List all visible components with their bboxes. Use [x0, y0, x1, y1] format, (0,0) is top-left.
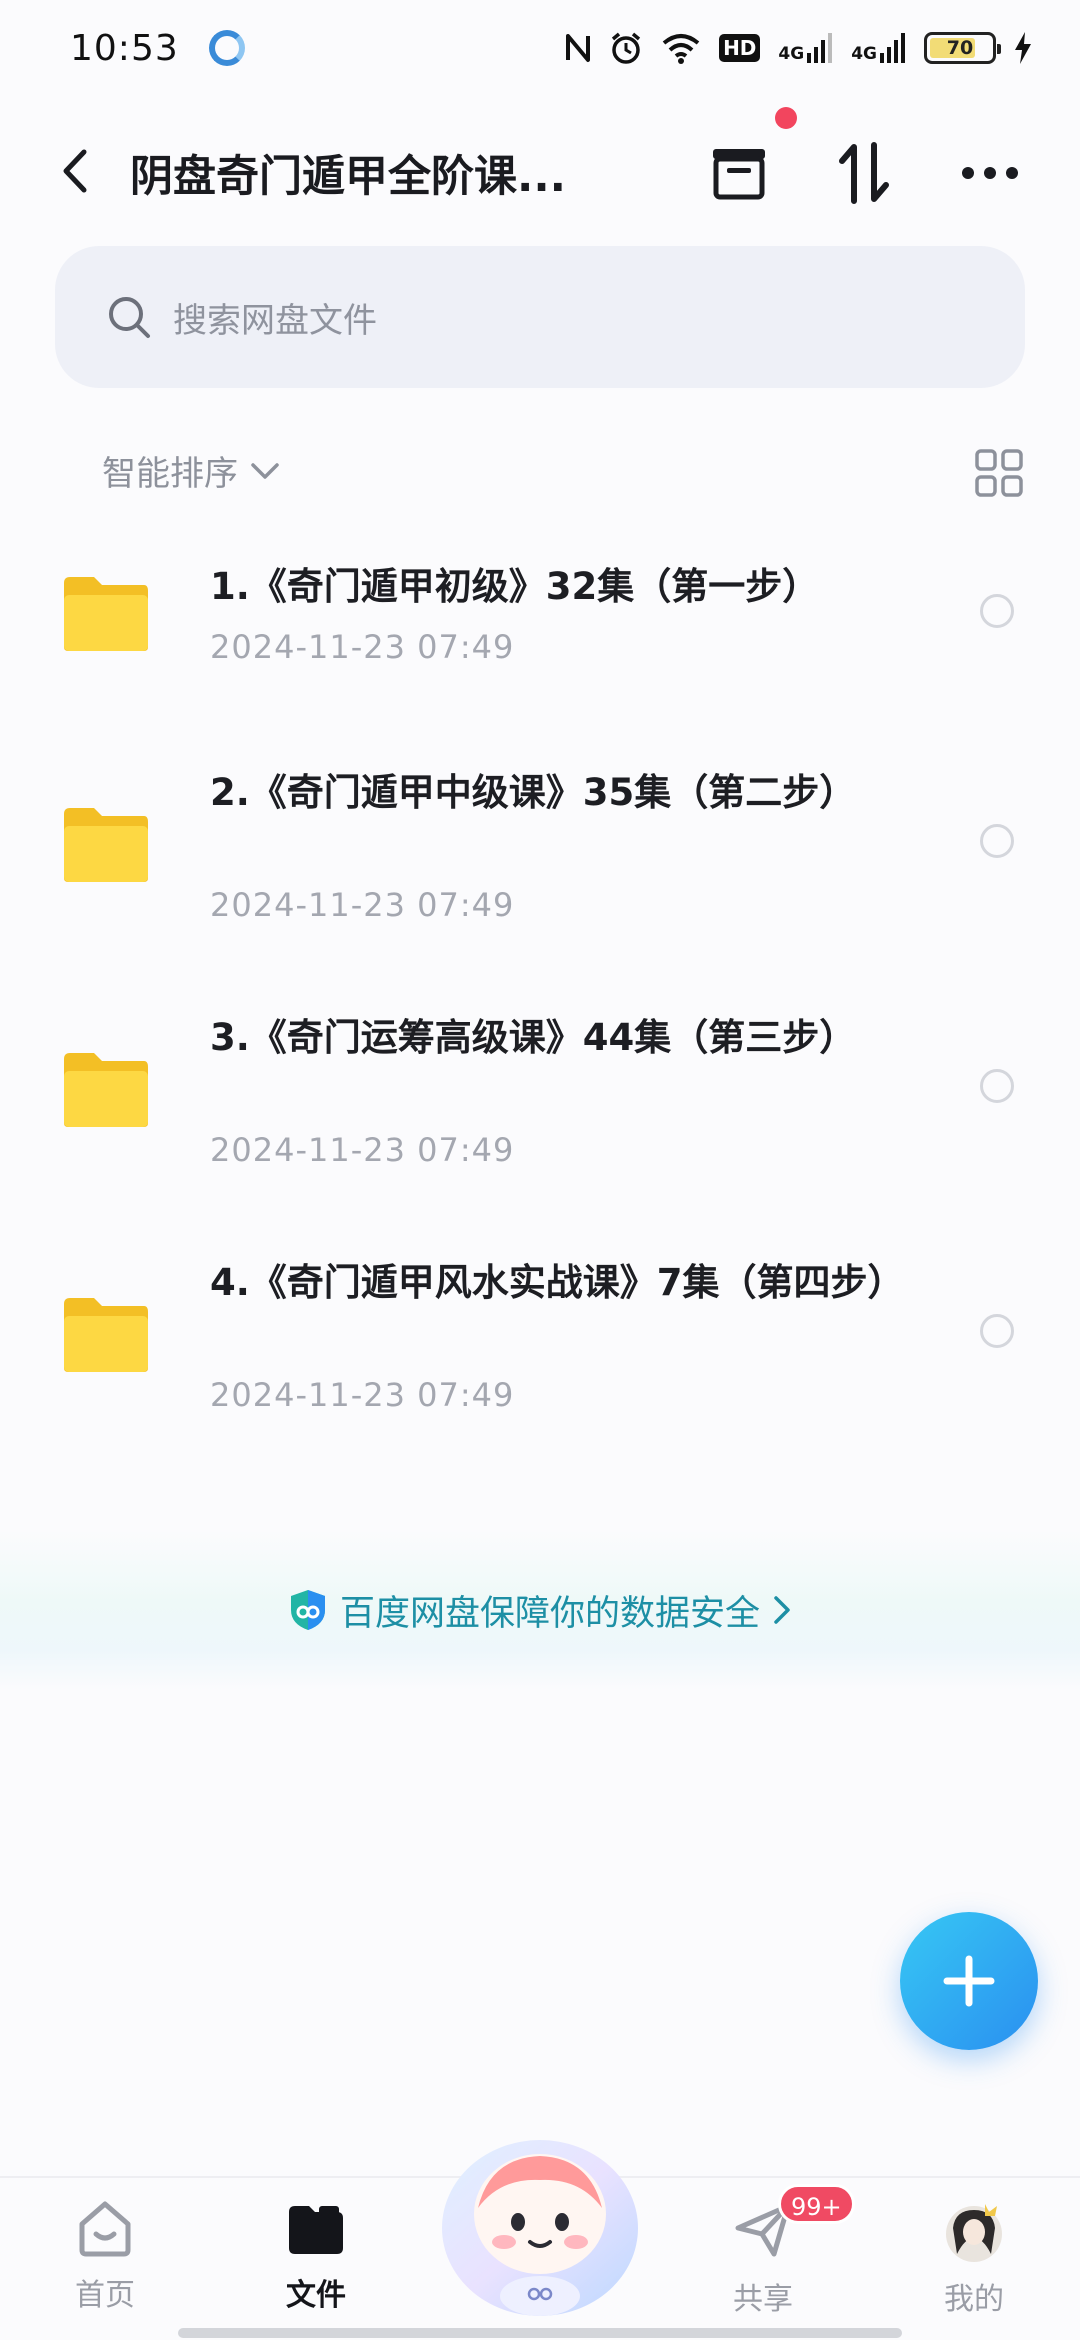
hd-icon: HD	[719, 34, 761, 62]
file-date: 2024-11-23 07:49	[210, 886, 515, 924]
security-banner[interactable]: 百度网盘保障你的数据安全	[0, 1530, 1080, 1690]
file-row[interactable]: 4.《奇门遁甲风水实战课》7集（第四步） 2024-11-23 07:49	[0, 1248, 1080, 1438]
bottom-navigation: 首页 文件 99+ 共享 我的	[0, 2140, 1080, 2340]
share-badge: 99+	[778, 2184, 855, 2224]
page-title: 阴盘奇门遁甲全阶课...	[130, 152, 567, 202]
nav-me[interactable]: 我的	[914, 2198, 1034, 2318]
baidu-netdisk-notification-icon	[208, 30, 245, 66]
transfer-button[interactable]	[704, 138, 774, 208]
status-bar: 10:53 HD 4G 4G 70	[0, 0, 1080, 96]
select-checkbox[interactable]	[980, 1069, 1014, 1103]
grid-view-toggle[interactable]	[972, 446, 1028, 502]
status-icons: HD 4G 4G 70	[565, 31, 1032, 65]
search-placeholder: 搜索网盘文件	[173, 300, 377, 341]
file-date: 2024-11-23 07:49	[210, 628, 515, 666]
select-checkbox[interactable]	[980, 1314, 1014, 1348]
file-name: 2.《奇门遁甲中级课》35集（第二步）	[210, 771, 857, 814]
alarm-icon	[609, 31, 643, 65]
nav-share-label: 共享	[733, 2282, 793, 2317]
nav-home[interactable]: 首页	[45, 2198, 165, 2314]
folder-icon	[60, 1049, 152, 1129]
wifi-icon	[661, 32, 701, 64]
transfer-notification-dot	[775, 107, 797, 129]
select-checkbox[interactable]	[980, 824, 1014, 858]
signal-1-icon: 4G	[778, 33, 833, 63]
file-date: 2024-11-23 07:49	[210, 1376, 515, 1414]
sort-button[interactable]	[829, 138, 899, 208]
transfer-box-icon	[713, 149, 765, 200]
charging-icon	[1014, 32, 1032, 64]
signal-2-icon: 4G	[851, 33, 906, 63]
search-icon	[109, 297, 150, 338]
chevron-down-icon	[251, 462, 279, 479]
more-button[interactable]	[955, 138, 1025, 208]
back-icon	[63, 149, 87, 193]
status-time: 10:53	[70, 27, 179, 69]
search-input[interactable]: 搜索网盘文件	[55, 246, 1025, 388]
file-row[interactable]: 2.《奇门遁甲中级课》35集（第二步） 2024-11-23 07:49	[0, 758, 1080, 948]
grid-view-icon	[975, 449, 1023, 497]
folder-icon	[60, 573, 152, 653]
nfc-icon	[565, 33, 591, 63]
shield-icon	[290, 1590, 325, 1630]
file-date: 2024-11-23 07:49	[210, 1131, 515, 1169]
file-name: 3.《奇门运筹高级课》44集（第三步）	[210, 1016, 857, 1059]
top-app-bar: 阴盘奇门遁甲全阶课...	[0, 120, 1080, 220]
network-type-2: 4G	[851, 44, 877, 64]
nav-files[interactable]: 文件	[256, 2198, 376, 2314]
back-button[interactable]	[50, 144, 100, 198]
mascot-icon	[442, 2140, 638, 2316]
security-text: 百度网盘保障你的数据安全	[339, 1593, 760, 1634]
sort-label: 智能排序	[102, 454, 238, 494]
sort-dropdown[interactable]: 智能排序	[102, 446, 280, 495]
chevron-right-icon	[774, 1596, 790, 1624]
more-icon	[962, 167, 1018, 179]
sort-arrows-icon	[839, 142, 889, 204]
battery-icon: 70	[924, 32, 1001, 64]
ai-assistant-mascot[interactable]	[430, 2118, 650, 2318]
folder-icon	[60, 804, 152, 884]
nav-me-label: 我的	[944, 2282, 1004, 2317]
nav-files-label: 文件	[286, 2278, 346, 2313]
battery-level: 70	[946, 37, 974, 59]
nav-share[interactable]: 99+ 共享	[703, 2184, 855, 2318]
home-indicator[interactable]	[178, 2328, 902, 2338]
nav-home-label: 首页	[75, 2278, 135, 2313]
plus-icon	[943, 1955, 995, 2007]
share-icon-wrap: 99+	[732, 2184, 855, 2264]
file-row[interactable]: 3.《奇门运筹高级课》44集（第三步） 2024-11-23 07:49	[0, 1003, 1080, 1193]
file-row[interactable]: 1.《奇门遁甲初级》32集（第一步） 2024-11-23 07:49	[0, 540, 1080, 690]
folder-icon	[289, 2206, 343, 2254]
network-type-1: 4G	[778, 44, 805, 64]
home-icon	[79, 2201, 131, 2257]
folder-icon	[60, 1294, 152, 1374]
select-checkbox[interactable]	[980, 594, 1014, 628]
file-name: 4.《奇门遁甲风水实战课》7集（第四步）	[210, 1261, 905, 1304]
file-name: 1.《奇门遁甲初级》32集（第一步）	[210, 565, 820, 608]
add-button[interactable]	[900, 1912, 1038, 2050]
avatar	[946, 2204, 1002, 2262]
